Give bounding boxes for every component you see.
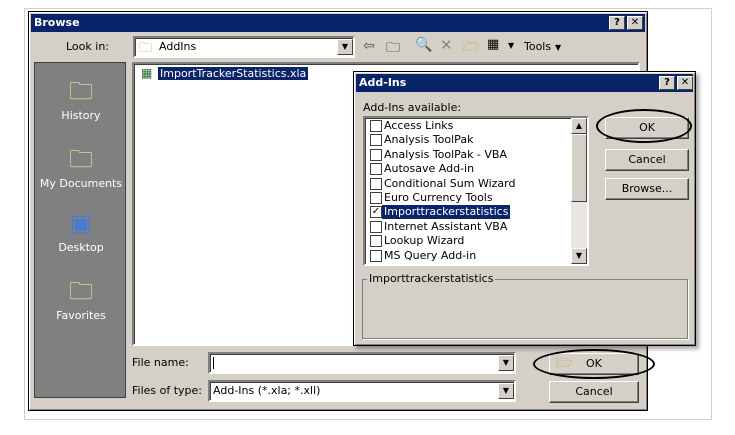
close-button[interactable]: ✕ xyxy=(627,16,643,30)
up-folder-icon[interactable]: 🗀 xyxy=(386,37,400,61)
addins-close-button[interactable]: ✕ xyxy=(677,76,693,90)
addin-item-label: Lookup Wizard xyxy=(384,234,465,248)
help-button[interactable]: ? xyxy=(609,16,625,30)
addin-item[interactable]: Euro Currency Tools xyxy=(367,191,572,205)
addin-checkbox[interactable] xyxy=(370,134,382,147)
file-item[interactable]: ImportTrackerStatistics.xla xyxy=(158,67,309,80)
addins-scrollbar[interactable]: ▲ ▼ xyxy=(571,118,587,264)
addin-item[interactable]: ✓ Importtrackerstatistics xyxy=(367,205,572,220)
addin-checkbox[interactable] xyxy=(370,249,382,262)
addin-item-label: Importtrackerstatistics xyxy=(382,205,511,220)
addin-item[interactable]: Conditional Sum Wizard xyxy=(367,177,572,191)
file-type-dropdown-button[interactable]: ▼ xyxy=(498,383,514,399)
addin-item-label: Analysis ToolPak xyxy=(384,133,474,147)
addins-titlebar: Add-Ins ? ✕ xyxy=(356,74,693,92)
addins-list[interactable]: Access Links Analysis ToolPak Analysis Too… xyxy=(363,116,589,266)
text-caret xyxy=(213,357,214,369)
desktop-icon: ▣ xyxy=(69,209,93,237)
addin-item-label: Conditional Sum Wizard xyxy=(384,176,516,190)
file-name-label: File name: xyxy=(132,356,189,369)
addins-cancel-button[interactable]: Cancel xyxy=(605,149,689,171)
addins-dialog: Add-Ins ? ✕ Add-Ins available: Access Li… xyxy=(353,71,696,346)
ok-highlight-ellipse xyxy=(533,349,655,379)
addin-checkbox[interactable]: ✓ xyxy=(370,206,382,219)
addin-checkbox[interactable] xyxy=(370,148,382,161)
my-documents-icon: 🗀 xyxy=(69,145,93,173)
file-name-dropdown-button[interactable]: ▼ xyxy=(498,355,514,371)
addins-title: Add-Ins xyxy=(359,76,407,89)
scroll-up-button[interactable]: ▲ xyxy=(571,118,587,134)
addin-description-group: Importtrackerstatistics xyxy=(362,272,688,339)
back-arrow-icon[interactable]: ⇦ xyxy=(363,38,375,54)
addin-checkbox[interactable] xyxy=(370,163,382,176)
views-dropdown-icon[interactable]: ▼ xyxy=(508,41,514,50)
addin-item[interactable]: MS Query Add-in xyxy=(367,249,572,263)
addins-available-label: Add-Ins available: xyxy=(363,101,462,114)
addin-item[interactable]: Autosave Add-in xyxy=(367,162,572,176)
addin-checkbox[interactable] xyxy=(370,220,382,233)
scroll-down-button[interactable]: ▼ xyxy=(571,248,587,264)
addin-item-label: Access Links xyxy=(384,119,454,132)
addin-item-label: MS Query Add-in xyxy=(384,248,477,262)
addin-item-label: Euro Currency Tools xyxy=(384,191,493,204)
favorites-icon: 🗀 xyxy=(69,277,93,305)
place-history[interactable]: 🗀 History xyxy=(35,77,127,122)
history-icon: 🗀 xyxy=(69,77,93,105)
file-type-select[interactable]: Add-Ins (*.xla; *.xll) ▼ xyxy=(208,380,516,402)
file-type-label: Files of type: xyxy=(132,384,203,397)
addin-description-title: Importtrackerstatistics xyxy=(367,272,496,285)
addin-checkbox[interactable] xyxy=(370,192,382,204)
browse-cancel-button[interactable]: Cancel xyxy=(549,381,639,403)
addin-item-label: Internet Assistant VBA xyxy=(384,219,508,233)
place-favorites[interactable]: 🗀 Favorites xyxy=(35,277,127,322)
file-type-value: Add-Ins (*.xla; *.xll) xyxy=(213,384,321,397)
addins-help-button[interactable]: ? xyxy=(659,76,675,90)
addin-item[interactable]: Lookup Wizard xyxy=(367,234,572,248)
places-bar: 🗀 History 🗀 My Documents ▣ Desktop 🗀 Fav… xyxy=(34,62,126,398)
browse-title: Browse xyxy=(34,16,80,29)
look-in-label: Look in: xyxy=(66,40,109,53)
browse-titlebar: Browse ? ✕ xyxy=(31,14,645,32)
addins-items: Access Links Analysis ToolPak Analysis Too… xyxy=(365,119,573,263)
addin-item-label: Analysis ToolPak - VBA xyxy=(384,147,507,161)
addin-item[interactable]: Internet Assistant VBA xyxy=(367,220,572,234)
addins-ok-highlight-ellipse xyxy=(596,109,692,143)
file-name-field[interactable]: ▼ xyxy=(208,352,516,374)
folder-icon: 🗀 xyxy=(139,41,153,56)
xla-file-icon: ▦ xyxy=(141,66,153,80)
place-desktop[interactable]: ▣ Desktop xyxy=(35,209,127,254)
tools-dropdown-icon[interactable]: ▼ xyxy=(555,43,561,52)
addin-item[interactable]: Access Links xyxy=(367,119,572,133)
search-web-icon[interactable]: 🔍 xyxy=(415,37,432,53)
look-in-combo[interactable]: 🗀 AddIns ▼ xyxy=(133,36,355,58)
addins-browse-button[interactable]: Browse... xyxy=(605,178,689,200)
new-folder-icon[interactable]: 🗁 xyxy=(462,36,479,60)
addin-item[interactable]: Analysis ToolPak - VBA xyxy=(367,148,572,162)
addin-checkbox[interactable] xyxy=(370,120,382,132)
addin-item[interactable]: Analysis ToolPak xyxy=(367,133,572,147)
addin-item-label: Autosave Add-in xyxy=(384,162,475,176)
look-in-dropdown-button[interactable]: ▼ xyxy=(337,39,353,55)
views-icon[interactable]: ▦ xyxy=(487,37,499,52)
tools-menu[interactable]: Tools xyxy=(524,40,551,53)
place-my-documents[interactable]: 🗀 My Documents xyxy=(35,145,127,190)
scroll-thumb[interactable] xyxy=(571,134,587,202)
delete-icon[interactable]: ✕ xyxy=(440,36,453,54)
addin-checkbox[interactable] xyxy=(370,177,382,190)
look-in-value: AddIns xyxy=(159,40,197,53)
addin-checkbox[interactable] xyxy=(370,235,382,248)
